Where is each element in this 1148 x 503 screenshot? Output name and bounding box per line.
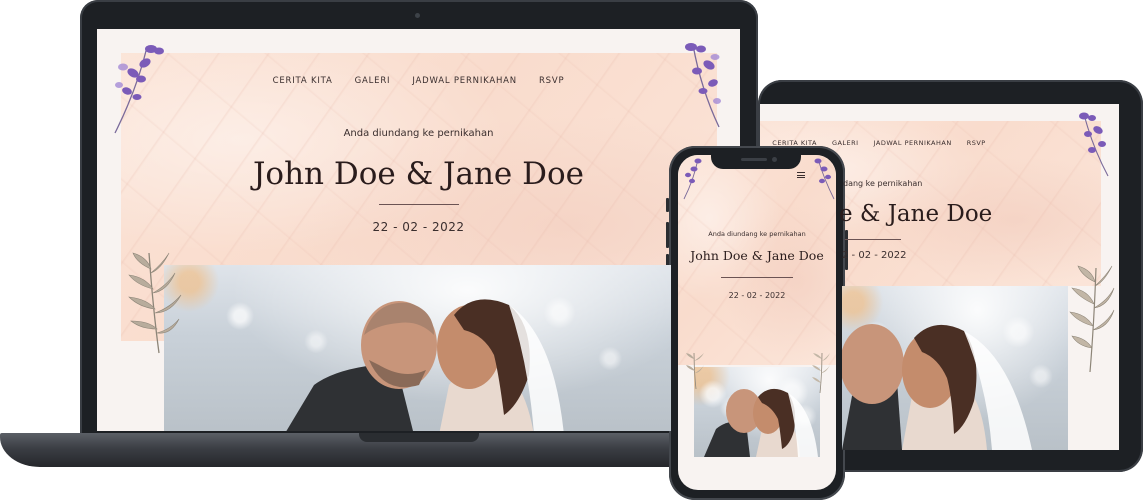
wedding-date: 22 - 02 - 2022	[372, 220, 465, 234]
couple-photo	[842, 286, 1068, 450]
nav-item-galeri[interactable]: GALERI	[355, 76, 391, 86]
phone-camera	[772, 157, 777, 162]
hamburger-menu-icon[interactable]	[797, 172, 805, 178]
nav-item-cerita-kita[interactable]: CERITA KITA	[772, 139, 817, 147]
invite-text: Anda diundang ke pernikahan	[343, 128, 494, 139]
main-nav: CERITA KITA GALERI JADWAL PERNIKAHAN RSV…	[760, 139, 998, 147]
leaf-branch-icon	[128, 252, 182, 354]
lavender-flower-icon	[1079, 112, 1109, 177]
leaf-branch-icon	[812, 352, 830, 394]
wedding-date: 22 - 02 - 2022	[728, 291, 786, 300]
phone-screen: Anda diundang ke pernikahan John Doe & J…	[678, 155, 836, 490]
nav-item-rsvp[interactable]: RSVP	[967, 139, 986, 147]
nav-item-jadwal-pernikahan[interactable]: JADWAL PERNIKAHAN	[412, 76, 517, 86]
couple-names: John Doe & Jane Doe	[253, 156, 584, 192]
nav-item-galeri[interactable]: GALERI	[832, 139, 859, 147]
phone-speaker	[741, 158, 767, 161]
laptop-camera	[415, 13, 420, 18]
couple-names: John Doe & Jane Doe	[690, 248, 824, 263]
couple-photo	[694, 367, 820, 457]
invite-text: dang ke pernikahan	[843, 179, 923, 188]
device-mockup-scene: CERITA KITA GALERI JADWAL PERNIKAHAN RSV…	[0, 0, 1148, 503]
lavender-flower-icon	[814, 158, 835, 200]
invite-text: Anda diundang ke pernikahan	[708, 230, 806, 238]
title-divider	[721, 277, 793, 278]
leaf-branch-icon	[686, 352, 704, 390]
title-divider	[845, 239, 901, 240]
laptop-hinge-notch	[359, 433, 479, 442]
lavender-flower-icon	[114, 45, 164, 134]
nav-item-cerita-kita[interactable]: CERITA KITA	[273, 76, 333, 86]
wedding-date: 2 - 02 - 2022	[842, 250, 907, 261]
nav-item-jadwal-pernikahan[interactable]: JADWAL PERNIKAHAN	[874, 139, 952, 147]
couple-names: e & Jane Doe	[839, 201, 993, 227]
laptop-screen: CERITA KITA GALERI JADWAL PERNIKAHAN RSV…	[97, 29, 740, 431]
leaf-branch-icon	[1069, 265, 1115, 373]
nav-item-rsvp[interactable]: RSVP	[539, 76, 564, 86]
title-divider	[379, 204, 459, 205]
lavender-flower-icon	[683, 158, 702, 200]
lavender-flower-icon	[685, 43, 721, 128]
main-nav: CERITA KITA GALERI JADWAL PERNIKAHAN RSV…	[97, 76, 740, 86]
couple-photo	[164, 265, 671, 431]
